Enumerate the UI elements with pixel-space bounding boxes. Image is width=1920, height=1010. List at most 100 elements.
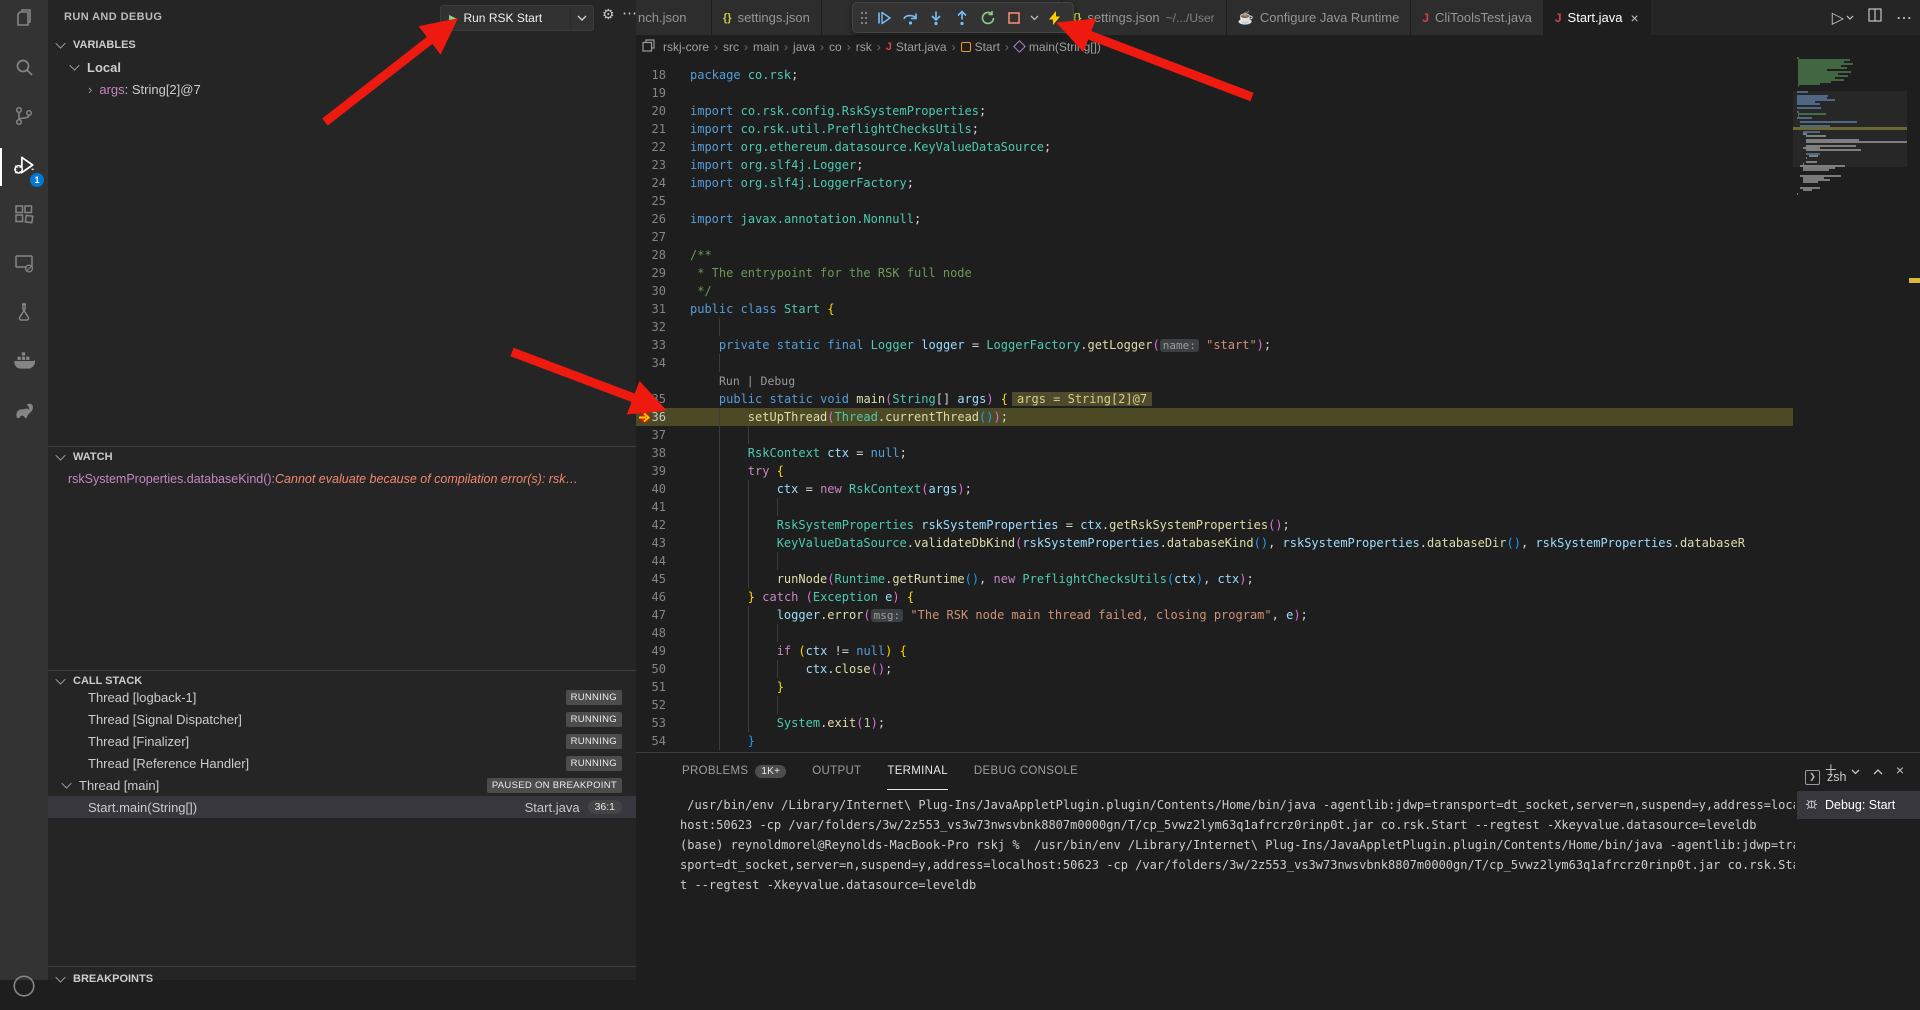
line-number[interactable]: 19 (636, 84, 666, 102)
launch-config-dropdown[interactable]: ▶ Run RSK Start (440, 5, 594, 31)
panel-tab-debug-console[interactable]: DEBUG CONSOLE (974, 753, 1078, 789)
breadcrumb[interactable]: rskj-core›src›main›java›co›rsk›JStart.ja… (636, 35, 1920, 58)
call-stack-thread[interactable]: Thread [main]PAUSED ON BREAKPOINT (48, 774, 636, 796)
activity-item-explorer[interactable] (0, 0, 48, 42)
line-number[interactable]: 25 (636, 192, 666, 210)
line-number[interactable]: 40 (636, 480, 666, 498)
breadcrumb-item[interactable]: rsk (856, 40, 872, 54)
codelens-run-debug[interactable]: Run | Debug (719, 372, 795, 390)
line-number[interactable]: 24 (636, 174, 666, 192)
line-number[interactable]: 44 (636, 552, 666, 570)
line-number[interactable]: 53 (636, 714, 666, 732)
line-number[interactable]: 43 (636, 534, 666, 552)
chevron-icon[interactable] (1027, 5, 1041, 31)
activity-item-remote-explorer[interactable] (0, 243, 48, 287)
call-stack-thread[interactable]: Thread [Signal Dispatcher]RUNNING (48, 708, 636, 730)
breakpoints-section-header[interactable]: BREAKPOINTS (48, 968, 636, 990)
tab-configure-java-runtime[interactable]: ☕Configure Java Runtime (1227, 0, 1412, 35)
line-number[interactable]: 54 (636, 732, 666, 750)
restart-icon[interactable] (975, 5, 1001, 31)
activity-item-search[interactable] (0, 47, 48, 91)
step-out-icon[interactable] (949, 5, 975, 31)
line-number[interactable]: 22 (636, 138, 666, 156)
line-number[interactable]: 47 (636, 606, 666, 624)
hot-code-replace-icon[interactable] (1041, 5, 1067, 31)
breadcrumb-item[interactable]: java (793, 40, 815, 54)
line-number[interactable]: 45 (636, 570, 666, 588)
line-number[interactable]: 23 (636, 156, 666, 174)
line-number[interactable]: 28 (636, 246, 666, 264)
line-number[interactable]: 51 (636, 678, 666, 696)
line-number[interactable]: 34 (636, 354, 666, 372)
line-number[interactable]: 39 (636, 462, 666, 480)
variables-scope-local[interactable]: Local (48, 56, 636, 78)
minimap[interactable] (1793, 57, 1907, 757)
call-stack-thread[interactable]: Thread [Finalizer]RUNNING (48, 730, 636, 752)
line-number[interactable]: 49 (636, 642, 666, 660)
call-stack-frame-selected[interactable]: Start.main(String[])Start.java36:1 (48, 796, 636, 818)
breadcrumb-item[interactable]: Start (961, 40, 1000, 54)
run-play-icon[interactable]: ▶ (449, 12, 457, 25)
line-number[interactable]: 31 (636, 300, 666, 318)
line-number[interactable]: 37 (636, 426, 666, 444)
line-number[interactable]: 18 (636, 66, 666, 84)
step-over-icon[interactable] (897, 5, 923, 31)
activity-item-docker[interactable] (0, 341, 48, 385)
line-number[interactable]: 38 (636, 444, 666, 462)
breadcrumb-item[interactable]: co (829, 40, 842, 54)
line-number[interactable]: 30 (636, 282, 666, 300)
terminal-session-debug-start[interactable]: Debug: Start (1797, 791, 1920, 819)
breadcrumb-item[interactable]: main(String[]) (1014, 40, 1101, 54)
stop-icon[interactable] (1001, 5, 1027, 31)
split-editor-icon[interactable] (1868, 8, 1882, 27)
activity-item-source-control[interactable] (0, 96, 48, 140)
step-into-icon[interactable] (923, 5, 949, 31)
line-number[interactable]: 46 (636, 588, 666, 606)
breadcrumb-item[interactable]: rskj-core (663, 40, 709, 54)
variables-section-header[interactable]: VARIABLES (48, 34, 636, 56)
panel-tab-terminal[interactable]: TERMINAL (887, 753, 948, 790)
code-editor[interactable]: 18package co.rsk;1920import co.rsk.confi… (636, 58, 1920, 752)
line-number[interactable]: 33 (636, 336, 666, 354)
breadcrumb-item[interactable]: JStart.java (886, 40, 947, 54)
activity-item-gradle[interactable] (0, 390, 48, 434)
watch-expression-row[interactable]: rskSystemProperties.databaseKind(): Cann… (48, 468, 636, 490)
panel-tab-output[interactable]: OUTPUT (812, 753, 861, 789)
terminal-session-zsh[interactable]: ❯zsh (1797, 763, 1920, 791)
line-number[interactable]: 29 (636, 264, 666, 282)
run-java-button[interactable]: ▷ (1832, 8, 1854, 28)
call-stack-thread[interactable]: Thread [logback-1]RUNNING (48, 686, 636, 708)
panel-tab-problems[interactable]: PROBLEMS1K+ (682, 753, 786, 789)
tab-clitoolstest-java[interactable]: JCliToolsTest.java (1411, 0, 1544, 35)
line-number[interactable]: 21 (636, 120, 666, 138)
more-actions-icon[interactable]: ⋯ (1896, 8, 1912, 28)
split-squares-icon[interactable] (642, 39, 655, 55)
continue-icon[interactable] (871, 5, 897, 31)
line-number[interactable]: 48 (636, 624, 666, 642)
tab-settings-json[interactable]: {}settings.json~/.../User (1062, 0, 1227, 35)
line-number[interactable]: 32 (636, 318, 666, 336)
tab-start-java[interactable]: JStart.java× (1544, 0, 1651, 35)
breakpoint-current-arrow-icon[interactable] (638, 410, 653, 426)
line-number[interactable]: 26 (636, 210, 666, 228)
activity-item-account[interactable] (0, 966, 48, 1010)
activity-item-extensions[interactable] (0, 194, 48, 238)
gear-icon[interactable]: ⚙ (602, 6, 615, 23)
more-actions-icon[interactable]: ⋯ (622, 4, 637, 22)
chevron-down-icon[interactable] (570, 6, 593, 30)
activity-item-testing[interactable] (0, 292, 48, 336)
variable-args[interactable]: › args : String[2]@7 (48, 78, 636, 100)
watch-section-header[interactable]: WATCH (48, 446, 636, 468)
close-icon[interactable]: × (1630, 10, 1638, 26)
line-number[interactable]: 42 (636, 516, 666, 534)
activity-item-run-and-debug[interactable]: 1 (0, 145, 48, 189)
tab-nch-json[interactable]: nch.json (636, 0, 712, 35)
terminal-output[interactable]: /usr/bin/env /Library/Internet\ Plug-Ins… (680, 795, 1795, 895)
line-number[interactable]: 20 (636, 102, 666, 120)
breadcrumb-item[interactable]: main (753, 40, 779, 54)
line-number[interactable]: 41 (636, 498, 666, 516)
breadcrumb-item[interactable]: src (723, 40, 739, 54)
call-stack-thread[interactable]: Thread [Reference Handler]RUNNING (48, 752, 636, 774)
line-number[interactable]: 50 (636, 660, 666, 678)
tab-settings-json[interactable]: {}settings.json (712, 0, 822, 35)
